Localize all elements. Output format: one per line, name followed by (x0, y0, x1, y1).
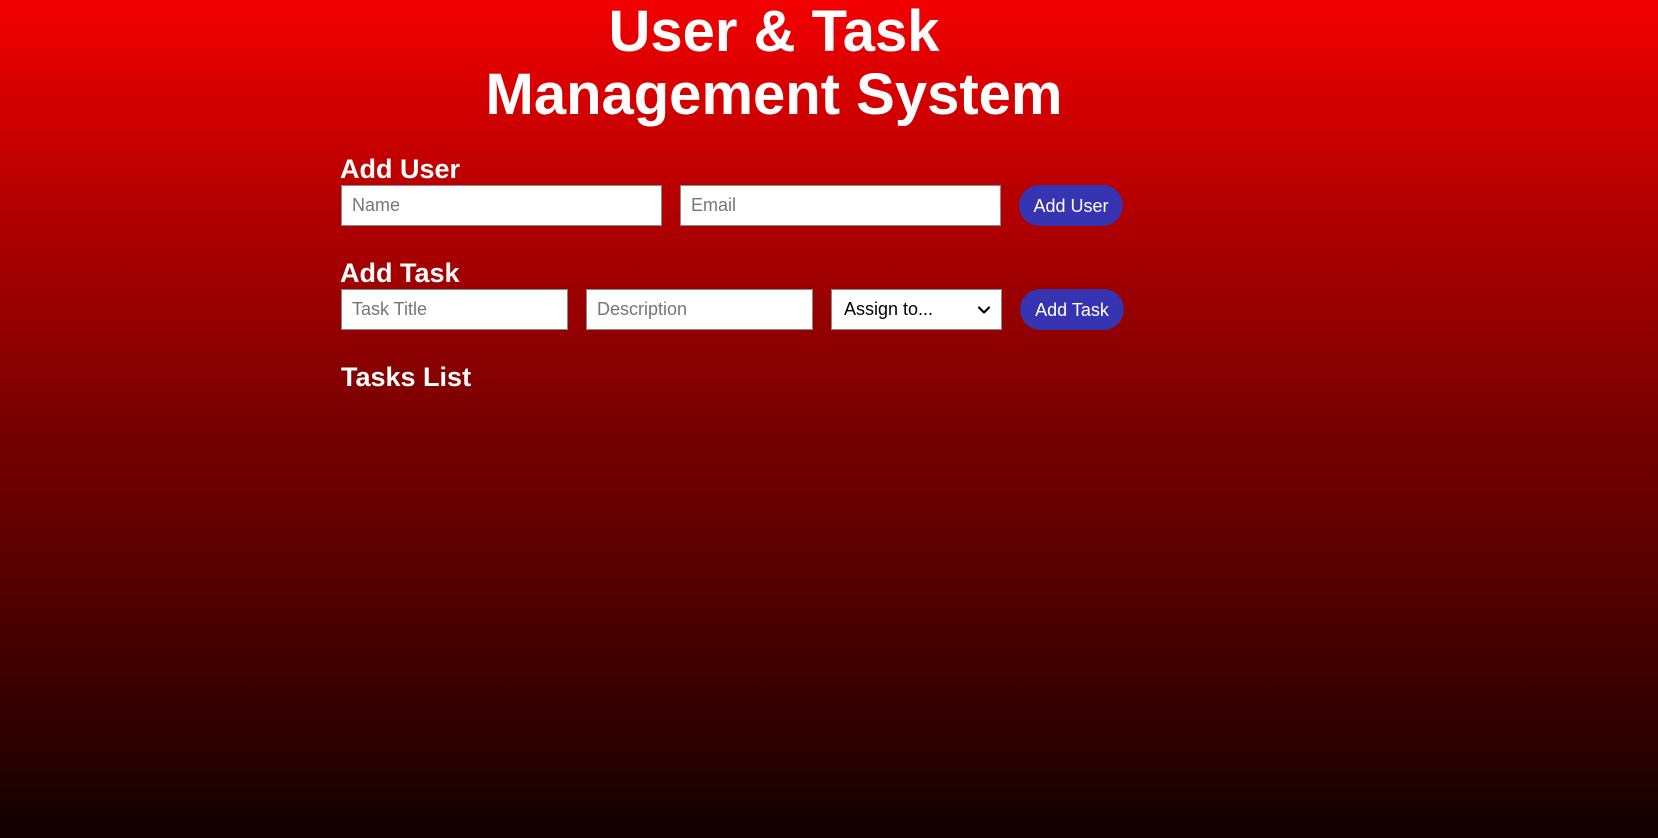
task-title-input[interactable] (341, 289, 568, 330)
chevron-down-icon (977, 305, 991, 314)
page-title: User & Task Management System (0, 0, 1548, 126)
add-task-button[interactable]: Add Task (1020, 289, 1124, 330)
assign-to-select[interactable]: Assign to... (831, 289, 1002, 330)
add-user-heading: Add User (340, 154, 461, 184)
task-description-input[interactable] (586, 289, 813, 330)
add-user-button[interactable]: Add User (1019, 185, 1123, 226)
page-title-line-1: User & Task (608, 0, 940, 64)
user-email-input[interactable] (680, 185, 1001, 226)
page-title-line-2: Management System (485, 62, 1063, 127)
tasks-list-heading: Tasks List (341, 362, 472, 392)
add-task-heading: Add Task (340, 258, 460, 288)
assign-to-selected-value: Assign to... (844, 299, 934, 319)
user-name-input[interactable] (341, 185, 662, 226)
